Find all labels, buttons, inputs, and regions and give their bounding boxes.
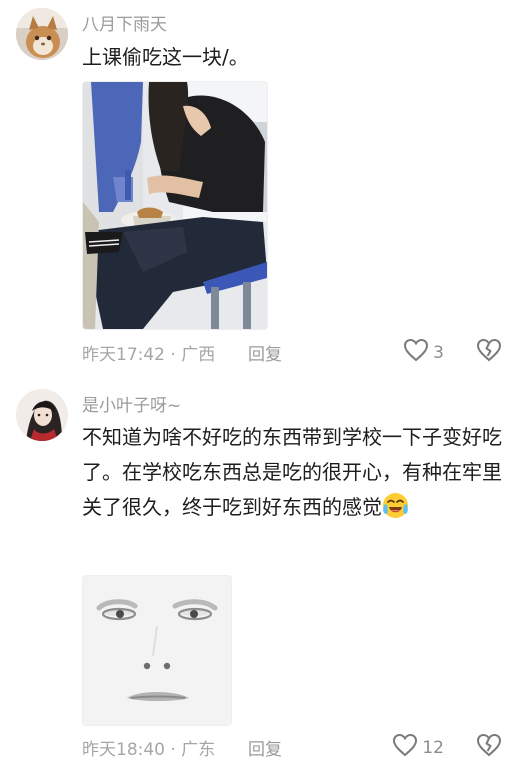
- dislike-button[interactable]: [476, 733, 502, 762]
- comment-meta: 昨天18:40 · 广东 回复 12: [82, 733, 502, 762]
- comment-photo[interactable]: [82, 81, 268, 330]
- like-button[interactable]: 3: [403, 338, 444, 367]
- comment-text: 不知道为啥不好吃的东西带到学校一下子变好吃了。在学校吃东西总是吃的很开心，有种在…: [82, 420, 502, 525]
- dislike-button[interactable]: [476, 338, 502, 367]
- username[interactable]: 是小叶子呀~: [82, 391, 181, 416]
- crying-laughing-emoji-icon: [382, 492, 409, 519]
- broken-heart-icon: [476, 338, 502, 367]
- heart-outline-icon: [403, 338, 429, 367]
- like-button[interactable]: 12: [392, 733, 444, 762]
- heart-outline-icon: [392, 733, 418, 762]
- avatar[interactable]: [16, 8, 68, 60]
- reply-button[interactable]: 回复: [248, 735, 282, 760]
- comment-text: 上课偷吃这一块/。: [82, 45, 249, 69]
- comment-text-body: 不知道为啥不好吃的东西带到学校一下子变好吃了。在学校吃东西总是吃的很开心，有种在…: [82, 425, 502, 519]
- comment-time-location: 昨天17:42 · 广西: [82, 345, 216, 365]
- avatar[interactable]: [16, 389, 68, 441]
- comment-photo[interactable]: [82, 575, 232, 726]
- username[interactable]: 八月下雨天: [82, 10, 167, 35]
- comment-meta: 昨天17:42 · 广西 回复 3: [82, 338, 502, 367]
- comment-time-location: 昨天18:40 · 广东: [82, 740, 216, 760]
- like-count: 3: [433, 342, 444, 363]
- like-count: 12: [422, 737, 444, 758]
- broken-heart-icon: [476, 733, 502, 762]
- reply-button[interactable]: 回复: [248, 340, 282, 365]
